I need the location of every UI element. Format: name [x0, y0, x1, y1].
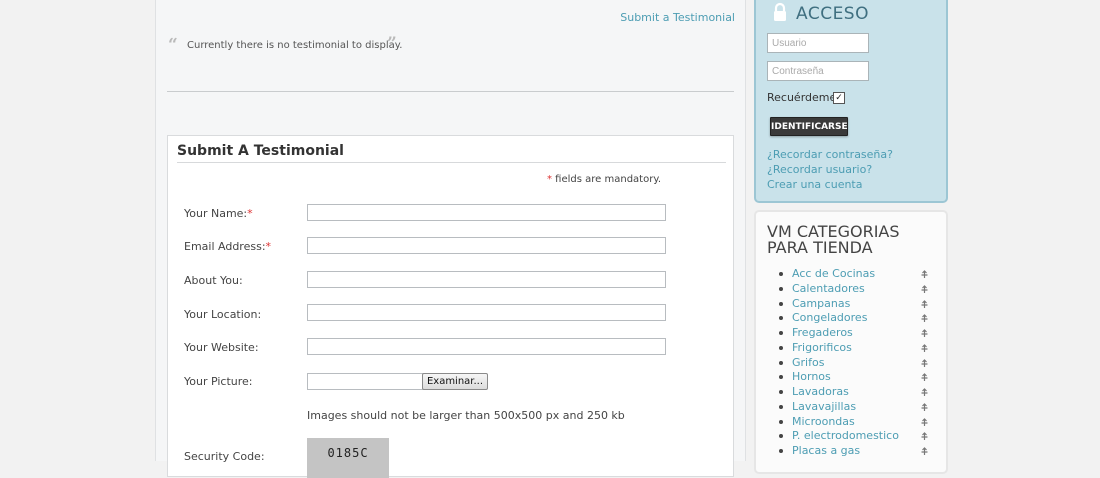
location-label: Your Location: — [184, 308, 262, 321]
categories-title: VM CATEGORIAS PARA TIENDA — [767, 222, 900, 257]
bullet-icon — [779, 331, 783, 335]
captcha-image: 0185C — [307, 438, 389, 478]
category-item[interactable]: Congeladores — [779, 311, 939, 326]
category-item[interactable]: Acc de Cocinas — [779, 267, 939, 282]
forgot-password-link[interactable]: ¿Recordar contraseña? — [767, 148, 893, 161]
category-item[interactable]: Hornos — [779, 370, 939, 385]
username-input[interactable] — [767, 33, 869, 53]
email-label-text: Email Address: — [184, 240, 266, 253]
categories-panel: VM CATEGORIAS PARA TIENDA Acc de Cocinas… — [754, 210, 948, 474]
bullet-icon — [779, 272, 783, 276]
about-field[interactable] — [307, 271, 666, 288]
expand-icon[interactable] — [920, 343, 929, 353]
bullet-icon — [779, 419, 783, 424]
category-item[interactable]: Frigorificos — [779, 341, 939, 356]
category-item[interactable]: Lavadoras — [779, 385, 939, 400]
category-item[interactable]: Campanas — [779, 297, 939, 312]
expand-icon[interactable] — [920, 329, 929, 338]
category-label[interactable]: Lavavajillas — [792, 400, 856, 415]
form-title: Submit A Testimonial — [177, 143, 726, 163]
category-item[interactable]: Grifos — [779, 356, 939, 371]
category-label[interactable]: Congeladores — [792, 311, 867, 326]
mandatory-note-text: fields are mandatory. — [552, 174, 661, 185]
category-label[interactable]: P. electrodomestico — [792, 429, 899, 444]
bullet-icon — [779, 449, 783, 453]
lock-icon — [774, 2, 786, 21]
expand-icon[interactable] — [920, 284, 929, 294]
password-input[interactable] — [767, 61, 869, 81]
category-label[interactable]: Hornos — [792, 370, 831, 385]
expand-icon[interactable] — [920, 402, 929, 412]
expand-icon[interactable] — [920, 299, 929, 309]
category-item[interactable]: Fregaderos — [779, 326, 939, 341]
category-item[interactable]: Microondas — [779, 415, 939, 430]
category-label[interactable]: Fregaderos — [792, 326, 853, 341]
name-field[interactable] — [307, 204, 666, 221]
security-code-label: Security Code: — [184, 450, 265, 463]
expand-icon[interactable] — [920, 388, 929, 397]
bullet-icon — [779, 404, 783, 409]
bullet-icon — [779, 316, 783, 321]
name-required-star: * — [247, 207, 253, 220]
open-quote-icon: “ — [168, 35, 178, 55]
name-label: Your Name:* — [184, 207, 253, 220]
email-field[interactable] — [307, 237, 666, 254]
expand-icon[interactable] — [920, 314, 929, 323]
expand-icon[interactable] — [920, 447, 929, 456]
category-item[interactable]: Calentadores — [779, 282, 939, 297]
submit-testimonial-link[interactable]: Submit a Testimonial — [620, 11, 735, 24]
divider — [167, 91, 734, 92]
category-item[interactable]: P. electrodomestico — [779, 429, 939, 444]
bullet-icon — [779, 360, 783, 365]
bullet-icon — [779, 390, 783, 394]
testimonial-form: Submit A Testimonial * fields are mandat… — [167, 135, 734, 478]
bullet-icon — [779, 301, 783, 306]
bullet-icon — [779, 434, 783, 439]
login-button[interactable]: IDENTIFICARSE — [770, 117, 848, 136]
bullet-icon — [779, 345, 783, 350]
close-quote-icon: ” — [387, 34, 397, 54]
category-list: Acc de Cocinas Calentadores Campanas Congel… — [779, 267, 939, 459]
category-item[interactable]: Lavavajillas — [779, 400, 939, 415]
category-label[interactable]: Lavadoras — [792, 385, 849, 400]
email-required-star: * — [265, 240, 272, 253]
category-label[interactable]: Frigorificos — [792, 341, 852, 356]
picture-label: Your Picture: — [184, 375, 253, 388]
category-label[interactable]: Placas a gas — [792, 444, 860, 459]
picture-file-field[interactable] — [307, 373, 424, 390]
expand-icon[interactable] — [920, 373, 929, 382]
category-item[interactable]: Placas a gas — [779, 444, 939, 459]
no-testimonial-message: Currently there is no testimonial to dis… — [187, 40, 403, 51]
login-title: ACCESO — [796, 4, 869, 24]
category-label[interactable]: Calentadores — [792, 282, 865, 297]
category-label[interactable]: Grifos — [792, 356, 824, 371]
login-panel: ACCESO Recuérdeme ✓ IDENTIFICARSE ¿Recor… — [754, 0, 948, 203]
forgot-username-link[interactable]: ¿Recordar usuario? — [767, 163, 872, 176]
expand-icon[interactable] — [920, 358, 929, 368]
check-icon: ✓ — [835, 93, 843, 103]
email-label: Email Address:* — [184, 240, 271, 253]
mandatory-note: * fields are mandatory. — [547, 174, 661, 185]
name-label-text: Your Name: — [184, 207, 248, 220]
create-account-link[interactable]: Crear una cuenta — [767, 178, 862, 191]
main-content: Submit a Testimonial “ Currently there i… — [155, 0, 746, 478]
about-label: About You: — [184, 274, 243, 287]
website-label: Your Website: — [184, 341, 259, 354]
bullet-icon — [779, 286, 783, 291]
expand-icon[interactable] — [920, 417, 929, 427]
image-size-note: Images should not be larger than 500x500… — [307, 409, 625, 422]
bullet-icon — [779, 375, 783, 380]
remember-checkbox[interactable]: ✓ — [833, 92, 845, 104]
category-label[interactable]: Microondas — [792, 415, 855, 430]
category-label[interactable]: Acc de Cocinas — [792, 267, 875, 282]
category-label[interactable]: Campanas — [792, 297, 850, 312]
location-field[interactable] — [307, 304, 666, 321]
expand-icon[interactable] — [920, 270, 929, 279]
browse-button[interactable]: Examinar... — [422, 373, 488, 390]
website-field[interactable] — [307, 338, 666, 355]
remember-label: Recuérdeme — [767, 91, 837, 104]
expand-icon[interactable] — [920, 432, 929, 441]
